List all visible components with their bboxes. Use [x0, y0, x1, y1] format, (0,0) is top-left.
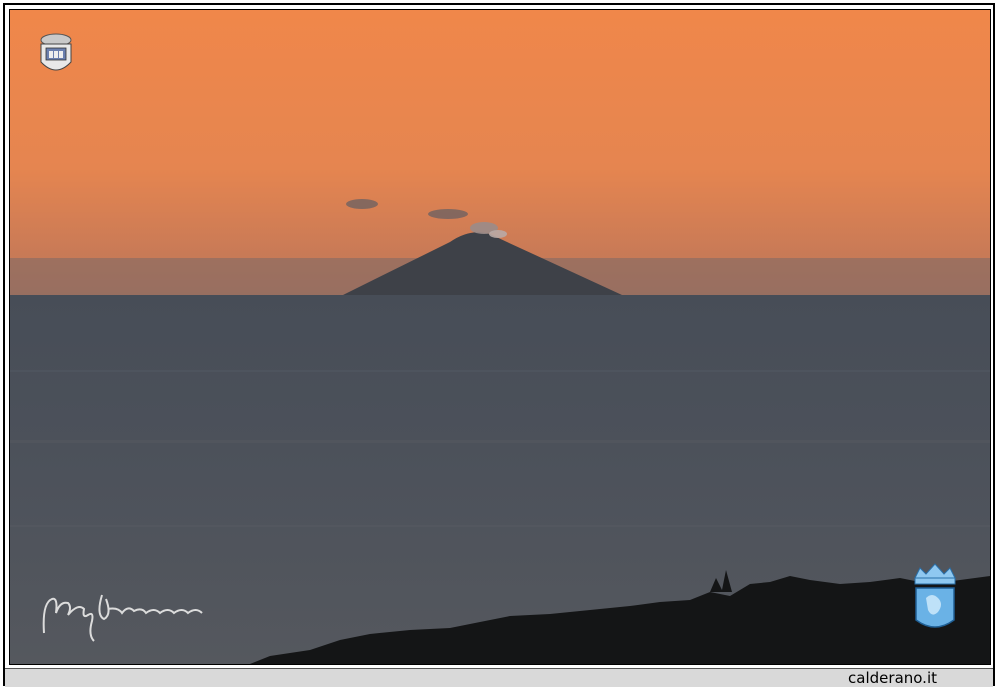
cloud: [428, 209, 468, 219]
cloud: [346, 199, 378, 209]
crowned-shield-icon: [910, 562, 960, 634]
coat-of-arms-icon: [36, 32, 76, 78]
site-credit[interactable]: calderano.it: [848, 669, 937, 687]
signature-icon: [38, 585, 208, 645]
footer-bar: calderano.it: [5, 668, 993, 687]
landscape-photo: [9, 9, 991, 665]
volcano-seascape: [10, 10, 990, 664]
